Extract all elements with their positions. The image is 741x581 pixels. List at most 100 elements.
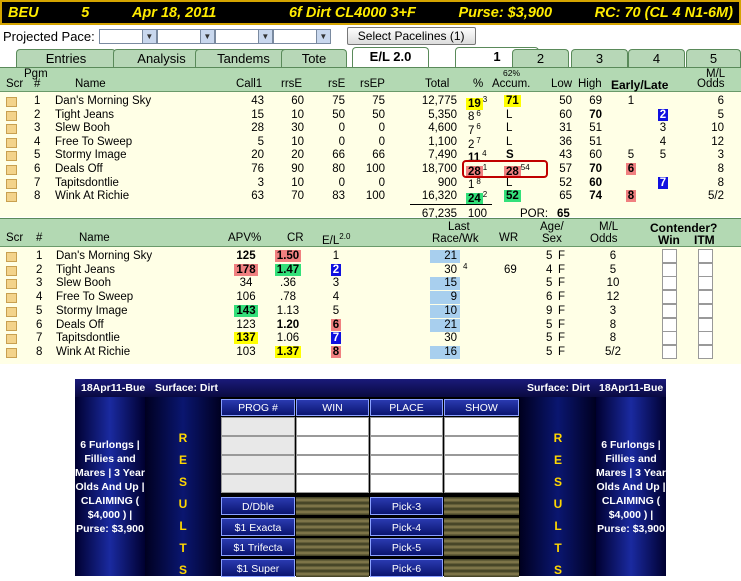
low-value: 43 xyxy=(559,149,572,162)
apv-value: 125 xyxy=(230,250,262,262)
scratch-checkbox[interactable] xyxy=(6,347,17,358)
low-value: 52 xyxy=(559,176,572,189)
scratch-checkbox[interactable] xyxy=(6,137,17,148)
contender-win-checkbox[interactable] xyxy=(662,262,677,277)
col-ml-odds: Odds xyxy=(590,233,618,245)
age-value: 5 xyxy=(546,277,553,290)
contender-win-checkbox[interactable] xyxy=(662,303,677,318)
tab-3[interactable]: 3 xyxy=(571,49,628,67)
contender-win-checkbox[interactable] xyxy=(662,276,677,291)
pace-select-1[interactable]: ▼ xyxy=(98,28,157,44)
col-wr: WR xyxy=(499,232,519,244)
contender-win-checkbox[interactable] xyxy=(662,290,677,305)
scratch-checkbox[interactable] xyxy=(6,265,17,276)
high-value: 74 xyxy=(589,190,602,203)
cr-value: 1.13 xyxy=(270,305,306,317)
wager-button[interactable]: $1 Super xyxy=(221,558,295,577)
program-number: 8 xyxy=(34,190,41,203)
wager-button[interactable]: Pick-4 xyxy=(370,517,443,536)
results-col-header: PLACE xyxy=(370,399,443,416)
contender-itm-checkbox[interactable] xyxy=(698,317,713,332)
contender-win-checkbox[interactable] xyxy=(662,317,677,332)
apv-number: 103 xyxy=(236,345,256,358)
rse-value: 66 xyxy=(332,149,345,162)
table-row: 8 Wink At Richie 63 70 83 100 16,320 24 2 52 65 74 8… xyxy=(0,190,741,206)
contender-itm-checkbox[interactable] xyxy=(698,344,713,359)
program-number: 1 xyxy=(36,250,43,262)
select-pacelines-button[interactable]: Select Pacelines (1) xyxy=(346,27,476,45)
last-race-days: 21 xyxy=(430,250,460,263)
col-high: High xyxy=(578,78,602,90)
tab-2[interactable]: 2 xyxy=(512,49,569,67)
rse-value: 75 xyxy=(332,95,345,107)
el-rank-value: 5 xyxy=(332,304,340,317)
contender-itm-checkbox[interactable] xyxy=(698,262,713,277)
contender-win-checkbox[interactable] xyxy=(662,249,677,263)
table-row: 5 Stormy Image 143 1.13 5 10 9 F 3 xyxy=(0,303,741,319)
contender-itm-checkbox[interactable] xyxy=(698,290,713,305)
call1-value: 28 xyxy=(251,122,264,135)
accum-value: L xyxy=(504,122,514,134)
rsep-value: 0 xyxy=(378,122,385,135)
tab-5[interactable]: 5 xyxy=(686,49,741,67)
results-vertical-right: RESULTS xyxy=(520,397,596,577)
scratch-checkbox[interactable] xyxy=(6,110,17,121)
rrse-value: 30 xyxy=(291,122,304,135)
table-row: 3 Slew Booh 28 30 0 0 4,600 7 6 L 31 51 3 10 xyxy=(0,122,741,137)
sex-value: F xyxy=(558,304,566,317)
last-race-days: 30 xyxy=(444,332,457,345)
rsep-value: 75 xyxy=(372,95,385,107)
scratch-checkbox[interactable] xyxy=(6,97,17,107)
horse-name: Deals Off xyxy=(56,318,104,331)
pace-select-3[interactable]: ▼ xyxy=(214,28,273,44)
scratch-checkbox[interactable] xyxy=(6,165,17,175)
pace-select-2[interactable]: ▼ xyxy=(156,28,215,44)
scratch-checkbox[interactable] xyxy=(6,320,17,331)
scratch-checkbox[interactable] xyxy=(6,293,17,304)
program-number: 7 xyxy=(34,176,41,189)
contender-win-checkbox[interactable] xyxy=(662,344,677,359)
table-row: 3 Slew Booh 34 .36 3 15 5 F 10 xyxy=(0,276,741,291)
rrse-value: 90 xyxy=(291,163,304,175)
race-description-line: 6 Furlongs | xyxy=(80,438,140,451)
tab-4[interactable]: 4 xyxy=(628,49,685,67)
tab-tandems[interactable]: Tandems xyxy=(195,49,292,67)
scratch-checkbox[interactable] xyxy=(6,192,17,203)
program-number: 5 xyxy=(34,149,41,162)
scratch-checkbox[interactable] xyxy=(6,252,17,262)
high-value: 70 xyxy=(589,108,602,121)
early-rank: 1 xyxy=(623,95,639,107)
cr-number: 1.47 xyxy=(274,263,302,276)
wager-button[interactable]: $1 Exacta xyxy=(221,517,295,536)
contender-itm-checkbox[interactable] xyxy=(698,303,713,318)
contender-itm-checkbox[interactable] xyxy=(698,249,713,263)
wager-button[interactable]: Pick-3 xyxy=(370,497,443,515)
contender-itm-checkbox[interactable] xyxy=(698,331,713,346)
table-row: 2 Tight Jeans 178 1.47 2 30 4 69 4 F 5 xyxy=(0,262,741,278)
scratch-checkbox[interactable] xyxy=(6,306,17,317)
high-value: 60 xyxy=(589,149,602,162)
scratch-checkbox[interactable] xyxy=(6,124,17,135)
contender-itm-checkbox[interactable] xyxy=(698,276,713,291)
contender-win-checkbox[interactable] xyxy=(662,331,677,346)
tab-entries[interactable]: Entries xyxy=(16,49,116,67)
horse-name: Dan's Morning Sky xyxy=(55,95,152,107)
ml-odds: 5/2 xyxy=(708,190,724,203)
scratch-checkbox[interactable] xyxy=(6,279,17,290)
results-vertical-left: RESULTS xyxy=(145,397,221,577)
wager-button[interactable]: $1 Trifecta xyxy=(221,538,295,556)
scratch-checkbox[interactable] xyxy=(6,334,17,345)
apv-value: 106 xyxy=(230,291,262,303)
tab-tote[interactable]: Tote xyxy=(281,49,347,67)
wager-button[interactable]: D/Dble xyxy=(221,497,295,515)
table-row: 6 Deals Off 123 1.20 6 21 5 F 8 xyxy=(0,317,741,333)
age-value: 5 xyxy=(546,345,553,358)
sex-value: F xyxy=(558,250,566,262)
wager-button[interactable]: Pick-5 xyxy=(370,538,443,556)
scratch-checkbox[interactable] xyxy=(6,178,17,189)
pace-select-4[interactable]: ▼ xyxy=(272,28,331,44)
tab-e-l-2-0[interactable]: E/L 2.0 xyxy=(352,47,429,67)
scratch-checkbox[interactable] xyxy=(6,151,17,162)
wager-button[interactable]: Pick-6 xyxy=(370,558,443,577)
table-row: 4 Free To Sweep 5 10 0 0 1,100 2 7 L 36 51 4 12 xyxy=(0,136,741,151)
